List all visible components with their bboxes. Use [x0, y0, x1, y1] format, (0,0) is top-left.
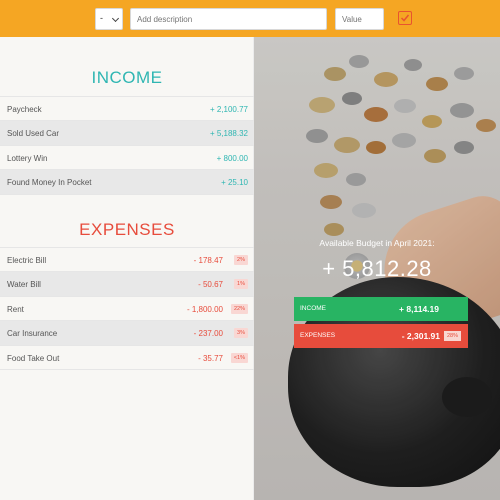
expense-item[interactable]: Electric Bill - 178.47 2% — [0, 248, 254, 273]
income-title: INCOME — [91, 68, 163, 87]
expense-item-amount: - 50.67 — [198, 280, 223, 290]
expense-percent-badge: <1% — [230, 352, 248, 363]
value-input[interactable] — [335, 8, 384, 30]
expense-item[interactable]: Rent - 1,800.00 22% — [0, 297, 254, 322]
expense-item[interactable]: Water Bill - 50.67 1% — [0, 272, 254, 297]
expenses-list: Electric Bill - 178.47 2% Water Bill - 5… — [0, 247, 254, 370]
expense-summary-bar: EXPENSES - 2,301.91 28% — [294, 324, 468, 348]
expense-item-amount: - 178.47 — [193, 256, 223, 265]
checkbox-check-icon — [400, 14, 410, 22]
expense-item-label: Rent — [7, 304, 24, 314]
expense-item[interactable]: Food Take Out - 35.77 <1% — [0, 346, 254, 370]
transactions-panel: INCOME Paycheck + 2,100.77 Sold Used Car… — [0, 37, 254, 500]
expense-item[interactable]: Car Insurance - 237.00 3% — [0, 321, 254, 346]
expenses-title: EXPENSES — [79, 220, 175, 239]
type-select-value: - — [100, 13, 103, 23]
income-item[interactable]: Lottery Win + 800.00 — [0, 146, 254, 171]
income-item-amount: + 5,188.32 — [209, 129, 248, 139]
income-item[interactable]: Paycheck + 2,100.77 — [0, 97, 254, 122]
expense-percent-badge: 3% — [234, 328, 248, 339]
budget-label: Available Budget in April 2021: — [319, 238, 435, 248]
expense-item-amount: - 237.00 — [193, 329, 223, 339]
income-item-label: Paycheck — [7, 105, 42, 114]
expense-item-label: Car Insurance — [7, 329, 58, 339]
expense-summary-value: - 2,301.91 — [401, 331, 440, 341]
expense-item-amount: - 35.77 — [198, 353, 223, 363]
expense-item-label: Electric Bill — [7, 256, 47, 265]
top-bar: - — [0, 0, 500, 37]
income-item[interactable]: Found Money In Pocket + 25.10 — [0, 170, 254, 195]
expense-percent-badge: 22% — [230, 303, 248, 314]
income-item-label: Sold Used Car — [7, 129, 60, 139]
income-list: Paycheck + 2,100.77 Sold Used Car + 5,18… — [0, 96, 254, 195]
description-input[interactable] — [130, 8, 327, 30]
income-item-amount: + 2,100.77 — [209, 105, 248, 114]
budget-value: + 5,812.28 — [322, 256, 432, 281]
expense-item-label: Food Take Out — [7, 353, 60, 363]
expense-summary-label: EXPENSES — [300, 332, 336, 339]
expense-item-amount: - 1,800.00 — [186, 304, 223, 314]
expense-percent-badge: 1% — [234, 279, 248, 290]
income-item-amount: + 25.10 — [221, 178, 248, 188]
income-summary-label: INCOME — [300, 305, 326, 312]
add-item-button[interactable] — [398, 11, 412, 25]
income-item-label: Lottery Win — [7, 153, 48, 163]
income-item[interactable]: Sold Used Car + 5,188.32 — [0, 121, 254, 146]
chevron-down-icon — [111, 14, 120, 23]
income-summary-bar: INCOME + 8,114.19 — [294, 297, 468, 321]
type-select[interactable]: - — [95, 8, 123, 30]
expense-percent-badge: 2% — [234, 255, 248, 265]
income-item-amount: + 800.00 — [216, 153, 248, 163]
income-item-label: Found Money In Pocket — [7, 178, 92, 188]
expense-item-label: Water Bill — [7, 280, 41, 290]
income-summary-value: + 8,114.19 — [399, 304, 439, 314]
expense-summary-percent-badge: 28% — [443, 331, 461, 341]
